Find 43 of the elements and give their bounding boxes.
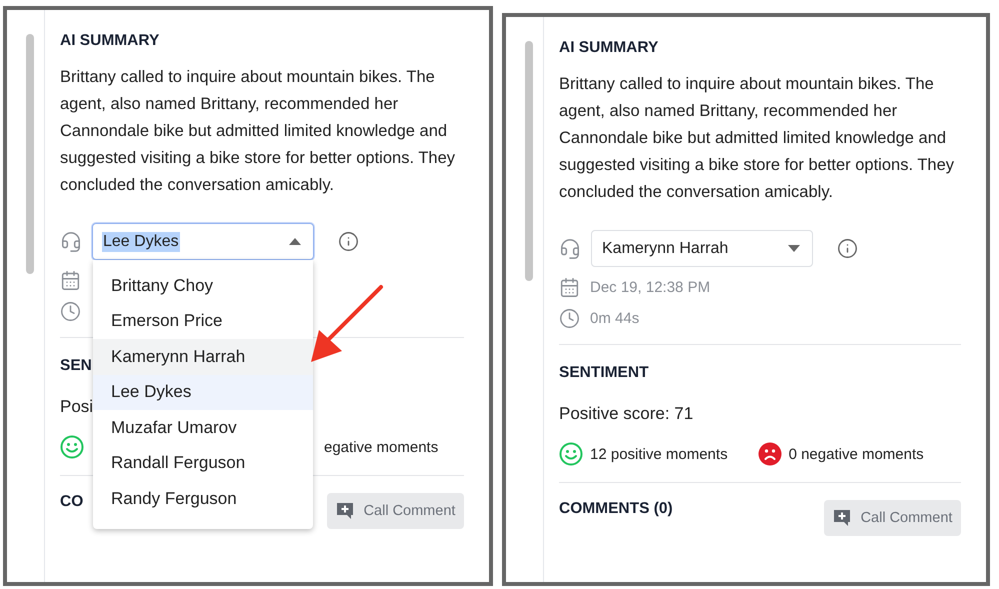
menu-option[interactable]: Muzafar Umarov — [93, 410, 313, 446]
smiley-icon — [559, 442, 583, 466]
moments-count: 0 negative moments — [788, 446, 924, 462]
menu-option[interactable]: Brittany Choy — [93, 268, 313, 304]
call-duration: 0m 44s — [590, 310, 640, 327]
calendar-icon — [559, 277, 580, 298]
call-comment-button[interactable]: Call Comment — [824, 500, 961, 536]
smiley-icon — [60, 435, 84, 459]
info-icon[interactable] — [837, 238, 858, 259]
scrollbar[interactable] — [26, 34, 34, 274]
clock-icon — [60, 301, 81, 322]
add-comment-icon — [336, 502, 354, 520]
section-heading: COMMENTS (0) — [559, 500, 673, 518]
call-date: Dec 19, 12:38 PM — [590, 279, 710, 296]
section-heading: SEN — [60, 357, 92, 376]
moments-count: 12 positive moments — [590, 446, 728, 462]
info-icon[interactable] — [338, 231, 359, 252]
section-heading: AI SUMMARY — [60, 32, 160, 51]
menu-option[interactable]: Emerson Price — [93, 304, 313, 339]
menu-option[interactable]: Lee Dykes — [93, 374, 313, 410]
score-text: Positive score: 71 — [559, 404, 694, 424]
headset-icon — [60, 230, 82, 252]
summary-text: Brittany called to inquire about mountain bikes. The agent, also named Brittany, recommended her Cannondale bike but admitted limited knowledge and suggested visiting a bike store for better options. They concluded the conversation amicably. — [60, 67, 456, 196]
menu-option[interactable]: Randy Ferguson — [93, 481, 313, 516]
calendar-icon — [60, 270, 81, 291]
moments-count: egative moments — [324, 438, 438, 456]
menu-option[interactable]: Kamerynn Harrah — [93, 339, 313, 374]
section-heading: SENTIMENT — [559, 364, 649, 383]
agent-select[interactable]: Lee Dykes — [92, 223, 314, 260]
headset-icon — [559, 238, 581, 260]
section-heading: CO — [60, 493, 84, 511]
caret-icon — [289, 238, 301, 245]
clock-icon — [559, 308, 580, 329]
add-comment-icon — [832, 509, 851, 527]
section-heading: AI SUMMARY — [559, 39, 658, 58]
scrollbar[interactable] — [524, 41, 532, 281]
agent-select[interactable]: Kamerynn Harrah — [591, 230, 813, 267]
caret-icon — [788, 245, 800, 252]
summary-text: Brittany called to inquire about mountain bikes. The agent, also named Brittany, recommended her Cannondale bike but admitted limited knowledge and suggested visiting a bike store for better options. They concluded the conversation amicably. — [559, 74, 956, 203]
frown-icon — [758, 442, 782, 466]
call-comment-button[interactable]: Call Comment — [327, 493, 464, 529]
menu-option[interactable]: Randall Ferguson — [93, 446, 313, 481]
score-text: Posi — [60, 397, 94, 417]
